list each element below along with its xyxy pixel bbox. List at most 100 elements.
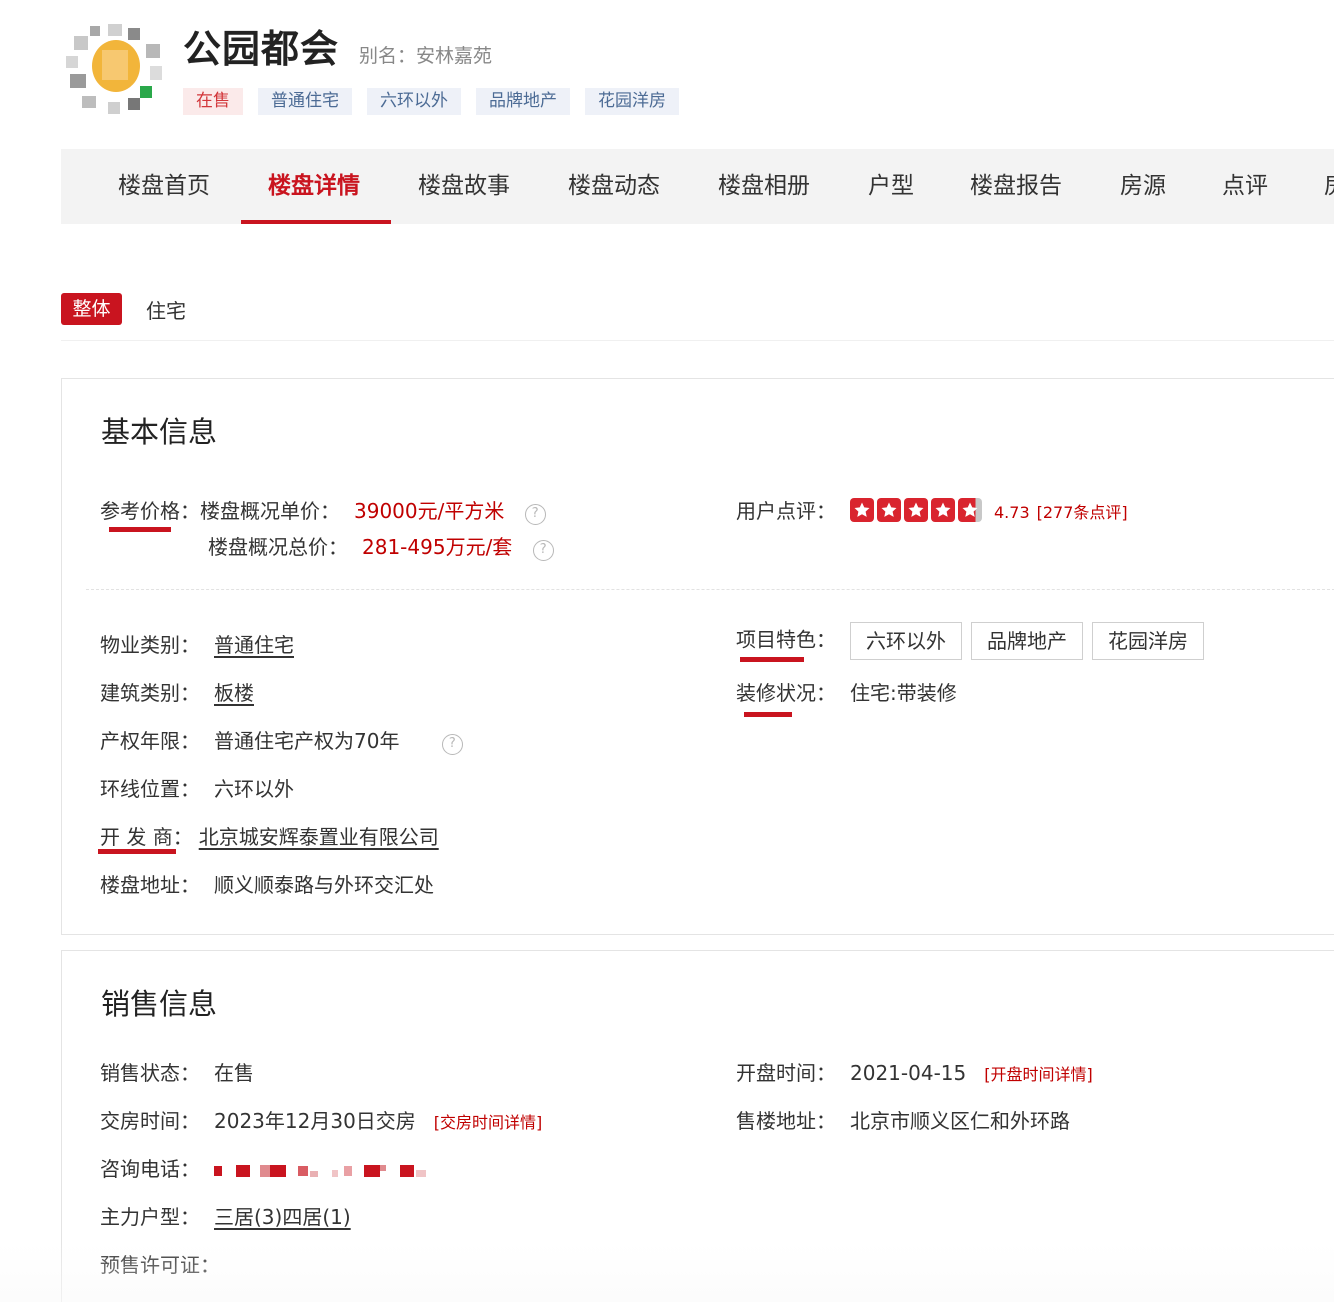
features-label-underline <box>740 657 804 662</box>
divider <box>61 340 1334 341</box>
phone-number-redacted <box>214 1161 434 1181</box>
features-label: 项目特色： <box>736 627 836 652</box>
star-partial-icon <box>958 498 982 522</box>
property-type-label: 物业类别： <box>100 633 200 657</box>
nav-active-indicator <box>241 220 391 224</box>
ring-row: 环线位置： 六环以外 <box>100 773 294 802</box>
tab-overall[interactable]: 整体 <box>61 293 122 325</box>
nav-home[interactable]: 楼盘首页 <box>118 149 210 224</box>
decoration-label-underline <box>744 712 792 717</box>
address-label: 楼盘地址： <box>100 873 200 897</box>
open-row: 开盘时间： 2021-04-15 [开盘时间详情] <box>736 1057 1093 1086</box>
feature-tag: 六环以外 <box>850 622 962 660</box>
developer-label: 开 发 商： <box>100 825 193 849</box>
nav-album[interactable]: 楼盘相册 <box>718 149 810 224</box>
sales-address-value: 北京市顺义区仁和外环路 <box>850 1109 1070 1133</box>
developer-label-underline <box>98 849 176 854</box>
nav-report[interactable]: 楼盘报告 <box>970 149 1062 224</box>
delivery-label: 交房时间： <box>100 1109 200 1133</box>
delivery-row: 交房时间： 2023年12月30日交房 [交房时间详情] <box>100 1105 542 1134</box>
tag-on-sale: 在售 <box>183 88 243 115</box>
sales-address-row: 售楼地址： 北京市顺义区仁和外环路 <box>736 1105 1070 1134</box>
presale-label: 预售许可证： <box>100 1253 220 1277</box>
main-type-link[interactable]: 三居(3)四居(1) <box>214 1205 351 1229</box>
total-price-label: 楼盘概况总价： <box>208 535 348 559</box>
price-label: 参考价格： <box>100 499 200 523</box>
project-alias: 别名：安林嘉苑 <box>359 45 493 67</box>
rating-row: 用户点评： 4.73 [277条点评] <box>736 495 1128 524</box>
nav-story[interactable]: 楼盘故事 <box>418 149 510 224</box>
phone-label: 咨询电话： <box>100 1157 200 1181</box>
feature-tag: 品牌地产 <box>971 622 1083 660</box>
property-type-link[interactable]: 普通住宅 <box>214 633 294 657</box>
star-icon <box>904 498 928 522</box>
status-label: 销售状态： <box>100 1061 200 1085</box>
help-icon[interactable]: ? <box>524 504 546 525</box>
ring-value: 六环以外 <box>214 777 294 801</box>
project-title: 公园都会 <box>183 27 340 71</box>
tag-property-type: 普通住宅 <box>258 88 352 115</box>
nav-more[interactable]: 房 <box>1324 149 1334 224</box>
price-row: 参考价格：楼盘概况单价： 39000元/平方米 ? <box>100 495 546 525</box>
main-type-label: 主力户型： <box>100 1205 200 1229</box>
unit-price-value: 39000元/平方米 <box>354 499 505 523</box>
address-value: 顺义顺泰路与外环交汇处 <box>214 873 434 897</box>
decoration-value: 住宅:带装修 <box>850 681 957 705</box>
ring-label: 环线位置： <box>100 777 200 801</box>
nav-details[interactable]: 楼盘详情 <box>268 149 360 224</box>
term-label: 产权年限： <box>100 729 200 753</box>
feature-tags: 六环以外 品牌地产 花园洋房 <box>850 622 1204 660</box>
phone-row: 咨询电话： <box>100 1153 434 1182</box>
rating-count-link[interactable]: [277条点评] <box>1037 503 1128 522</box>
help-icon[interactable]: ? <box>532 540 554 561</box>
term-value: 普通住宅产权为70年 <box>214 729 400 753</box>
total-price-value: 281-495万元/套 <box>362 535 513 559</box>
delivery-detail-link[interactable]: [交房时间详情] <box>434 1113 543 1132</box>
price-label-underline <box>109 527 171 532</box>
help-icon[interactable]: ? <box>441 734 463 755</box>
tag-garden-house: 花园洋房 <box>585 88 679 115</box>
decoration-label: 装修状况： <box>736 681 836 705</box>
dashed-divider <box>86 589 1334 590</box>
rating-score: 4.73 <box>994 503 1030 522</box>
project-tags: 在售 普通住宅 六环以外 品牌地产 花园洋房 <box>183 88 679 115</box>
open-value: 2021-04-15 <box>850 1061 967 1085</box>
open-detail-link[interactable]: [开盘时间详情] <box>984 1065 1093 1084</box>
nav-news[interactable]: 楼盘动态 <box>568 149 660 224</box>
star-icon <box>850 498 874 522</box>
delivery-value: 2023年12月30日交房 <box>214 1109 416 1133</box>
property-type-row: 物业类别： 普通住宅 <box>100 629 294 658</box>
unit-price-label: 楼盘概况单价： <box>200 499 340 523</box>
basic-info-title: 基本信息 <box>101 415 218 449</box>
star-icon <box>877 498 901 522</box>
nav-reviews[interactable]: 点评 <box>1222 149 1268 224</box>
building-type-link[interactable]: 板楼 <box>214 681 254 705</box>
rating-stars <box>850 498 982 522</box>
address-row: 楼盘地址： 顺义顺泰路与外环交汇处 <box>100 869 434 898</box>
main-type-row: 主力户型： 三居(3)四居(1) <box>100 1201 351 1230</box>
main-nav: 楼盘首页 楼盘详情 楼盘故事 楼盘动态 楼盘相册 户型 楼盘报告 房源 点评 房 <box>61 149 1334 224</box>
building-type-row: 建筑类别： 板楼 <box>100 677 254 706</box>
developer-link[interactable]: 北京城安辉泰置业有限公司 <box>199 825 439 849</box>
type-tabs: 整体 住宅 <box>61 293 186 325</box>
status-value: 在售 <box>214 1061 254 1085</box>
nav-listings[interactable]: 房源 <box>1120 149 1166 224</box>
building-type-label: 建筑类别： <box>100 681 200 705</box>
rating-label: 用户点评： <box>736 499 836 523</box>
feature-tag: 花园洋房 <box>1092 622 1204 660</box>
sale-info-title: 销售信息 <box>101 987 218 1021</box>
features-row: 项目特色： 六环以外 品牌地产 花园洋房 <box>736 622 1204 660</box>
tab-residential[interactable]: 住宅 <box>146 295 186 324</box>
developer-row: 开 发 商： 北京城安辉泰置业有限公司 <box>100 821 439 850</box>
sales-address-label: 售楼地址： <box>736 1109 836 1133</box>
tag-brand: 品牌地产 <box>476 88 570 115</box>
star-icon <box>931 498 955 522</box>
open-label: 开盘时间： <box>736 1061 836 1085</box>
term-row: 产权年限： 普通住宅产权为70年 ? <box>100 725 463 755</box>
presale-row: 预售许可证： <box>100 1249 220 1278</box>
nav-floorplans[interactable]: 户型 <box>868 149 914 224</box>
project-logo <box>62 22 166 118</box>
basic-info-card: 基本信息 参考价格：楼盘概况单价： 39000元/平方米 ? 楼盘概况总价： 281… <box>61 378 1334 935</box>
sale-info-card: 销售信息 销售状态： 在售 交房时间： 2023年12月30日交房 [交房时间详情] … <box>61 950 1334 1302</box>
total-price-row: 楼盘概况总价： 281-495万元/套 ? <box>208 531 554 561</box>
